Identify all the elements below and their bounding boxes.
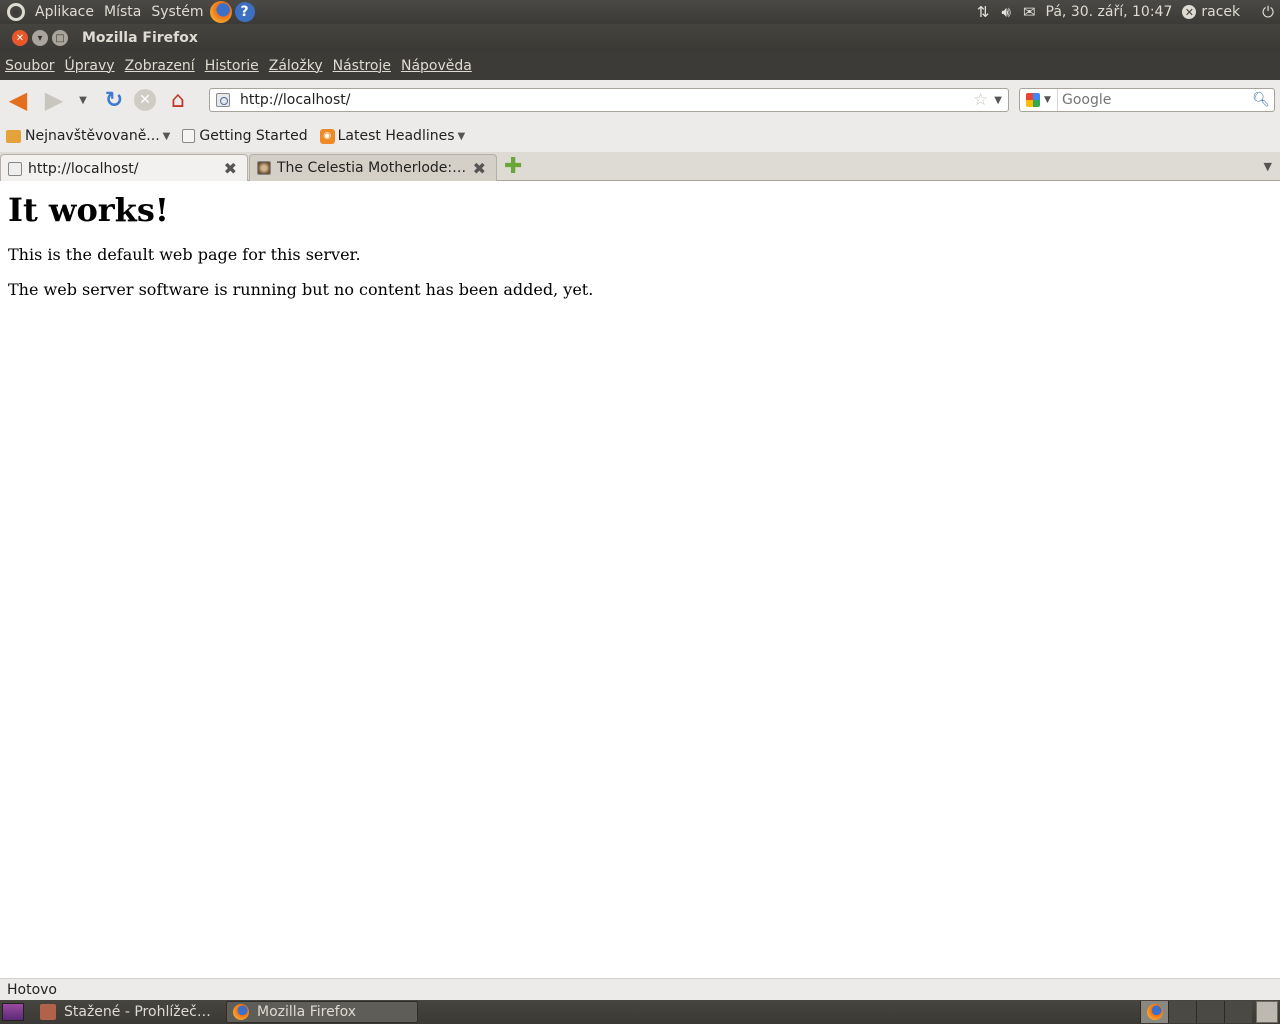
taskbar-item-downloads[interactable]: Stažené - Prohlížeč so... — [34, 1001, 220, 1023]
bookmark-label: Latest Headlines — [337, 128, 455, 144]
menu-napoveda[interactable]: Nápověda — [401, 58, 472, 74]
file-browser-icon — [40, 1004, 56, 1020]
workspace-1[interactable] — [1140, 1001, 1168, 1023]
tab-localhost[interactable]: http://localhost/ ✖ — [0, 154, 248, 182]
celestia-favicon-icon — [257, 161, 271, 175]
status-text: Hotovo — [7, 981, 57, 998]
page-paragraph: This is the default web page for this se… — [8, 245, 361, 264]
new-tab-plus-icon[interactable]: ✚ — [504, 156, 522, 178]
workspace-2[interactable] — [1168, 1001, 1196, 1023]
bookmark-star-icon[interactable]: ☆ — [973, 90, 988, 110]
menu-nastroje[interactable]: Nástroje — [333, 58, 391, 74]
chevron-down-icon: ▼ — [1044, 95, 1051, 105]
menu-zalozky[interactable]: Záložky — [269, 58, 323, 74]
clock[interactable]: Pá, 30. září, 10:47 — [1046, 4, 1173, 20]
search-bar[interactable]: ▼ 🔍︎ — [1019, 88, 1275, 112]
rss-icon: ◉ — [319, 128, 335, 144]
url-bar[interactable]: http://localhost/ ☆ ▼ — [209, 88, 1009, 112]
chevron-down-icon: ▼ — [457, 130, 466, 142]
firefox-launcher-icon[interactable] — [209, 1, 232, 23]
bookmark-label: Getting Started — [199, 128, 308, 144]
reload-button[interactable]: ↻ — [100, 86, 128, 114]
system-tray: ⇅ 🔊︎ ✉ Pá, 30. září, 10:47 ✕ racek ⏻ — [965, 3, 1280, 21]
bookmark-most-visited[interactable]: Nejnavštěvovaně... ▼ — [6, 128, 170, 144]
menu-system[interactable]: Systém — [151, 4, 203, 20]
page-icon — [8, 161, 22, 176]
top-panel: Aplikace Místa Systém ? ⇅ 🔊︎ ✉ Pá, 30. z… — [0, 0, 1280, 24]
tab-label: The Celestia Motherlode: E... — [277, 160, 467, 176]
bookmark-latest-headlines[interactable]: ◉ Latest Headlines ▼ — [319, 128, 466, 144]
window-title: Mozilla Firefox — [82, 30, 198, 46]
firefox-icon — [1147, 1004, 1163, 1020]
window-titlebar[interactable]: ✕ ▾ □ Mozilla Firefox — [0, 24, 1280, 52]
workspace-3[interactable] — [1196, 1001, 1224, 1023]
tab-label: http://localhost/ — [28, 160, 139, 177]
close-tab-icon[interactable]: ✖ — [224, 159, 237, 178]
search-engine-selector[interactable]: ▼ — [1020, 89, 1058, 111]
page-paragraph: The web server software is running but n… — [8, 280, 594, 299]
search-input[interactable] — [1062, 92, 1252, 108]
close-window-button[interactable]: ✕ — [12, 30, 28, 46]
volume-icon[interactable]: 🔊︎ — [1002, 3, 1011, 21]
back-button[interactable]: ◀ — [4, 86, 32, 114]
minimize-window-button[interactable]: ▾ — [32, 30, 48, 46]
chevron-down-icon: ▼ — [162, 130, 171, 142]
tab-list-dropdown-icon[interactable]: ▼ — [1264, 160, 1272, 173]
close-tab-icon[interactable]: ✖ — [473, 159, 486, 178]
tab-celestia[interactable]: The Celestia Motherlode: E... ✖ — [249, 154, 497, 181]
site-identity-icon[interactable] — [216, 93, 230, 107]
mail-icon[interactable]: ✉ — [1023, 3, 1036, 21]
taskbar-label: Mozilla Firefox — [257, 1004, 357, 1020]
show-desktop-icon[interactable] — [2, 1003, 24, 1021]
url-text[interactable]: http://localhost/ — [240, 92, 350, 108]
taskbar-label: Stažené - Prohlížeč so... — [64, 1004, 214, 1020]
page-content: It works! This is the default web page f… — [0, 181, 1280, 978]
home-button[interactable]: ⌂ — [164, 86, 192, 114]
bookmark-getting-started[interactable]: Getting Started — [182, 128, 308, 144]
taskbar-item-firefox[interactable]: Mozilla Firefox — [226, 1001, 418, 1023]
history-dropdown-icon[interactable]: ▼ — [76, 86, 90, 114]
folder-icon — [6, 129, 21, 143]
power-icon[interactable]: ⏻ — [1262, 3, 1274, 21]
menu-zobrazeni[interactable]: Zobrazení — [125, 58, 195, 74]
user-name[interactable]: racek — [1201, 4, 1240, 20]
bottom-panel: Stažené - Prohlížeč so... Mozilla Firefo… — [0, 1000, 1280, 1024]
menu-aplikace[interactable]: Aplikace — [35, 4, 94, 20]
status-bar: Hotovo — [0, 978, 1280, 1000]
url-history-dropdown-icon[interactable]: ▼ — [994, 95, 1002, 106]
menu-upravy[interactable]: Úpravy — [65, 58, 115, 74]
tab-bar: http://localhost/ ✖ The Celestia Motherl… — [0, 152, 1280, 182]
bookmarks-toolbar: Nejnavštěvovaně... ▼ Getting Started ◉ L… — [0, 120, 1280, 152]
bookmark-label: Nejnavštěvovaně... — [25, 128, 160, 144]
maximize-window-button[interactable]: □ — [52, 30, 68, 46]
page-heading: It works! — [8, 191, 169, 229]
page-icon — [182, 129, 196, 143]
user-status-icon[interactable]: ✕ — [1182, 5, 1197, 19]
trash-icon[interactable] — [1256, 1001, 1278, 1023]
workspace-switcher — [1140, 1001, 1252, 1023]
navigation-toolbar: ◀ ▶ ▼ ↻ ✕ ⌂ http://localhost/ ☆ ▼ ▼ 🔍︎ — [0, 80, 1280, 120]
menubar: Soubor Úpravy Zobrazení Historie Záložky… — [0, 52, 1280, 80]
network-icon[interactable]: ⇅ — [977, 3, 990, 21]
google-logo-icon — [1026, 93, 1041, 107]
search-icon[interactable]: 🔍︎ — [1252, 92, 1270, 108]
menu-mista[interactable]: Místa — [104, 4, 141, 20]
menu-historie[interactable]: Historie — [205, 58, 259, 74]
forward-button[interactable]: ▶ — [40, 86, 68, 114]
workspace-4[interactable] — [1224, 1001, 1252, 1023]
ubuntu-logo-icon[interactable] — [7, 3, 25, 21]
help-launcher-icon[interactable]: ? — [234, 2, 255, 22]
menu-soubor[interactable]: Soubor — [5, 58, 55, 74]
stop-button[interactable]: ✕ — [134, 89, 156, 111]
firefox-icon — [233, 1004, 249, 1020]
